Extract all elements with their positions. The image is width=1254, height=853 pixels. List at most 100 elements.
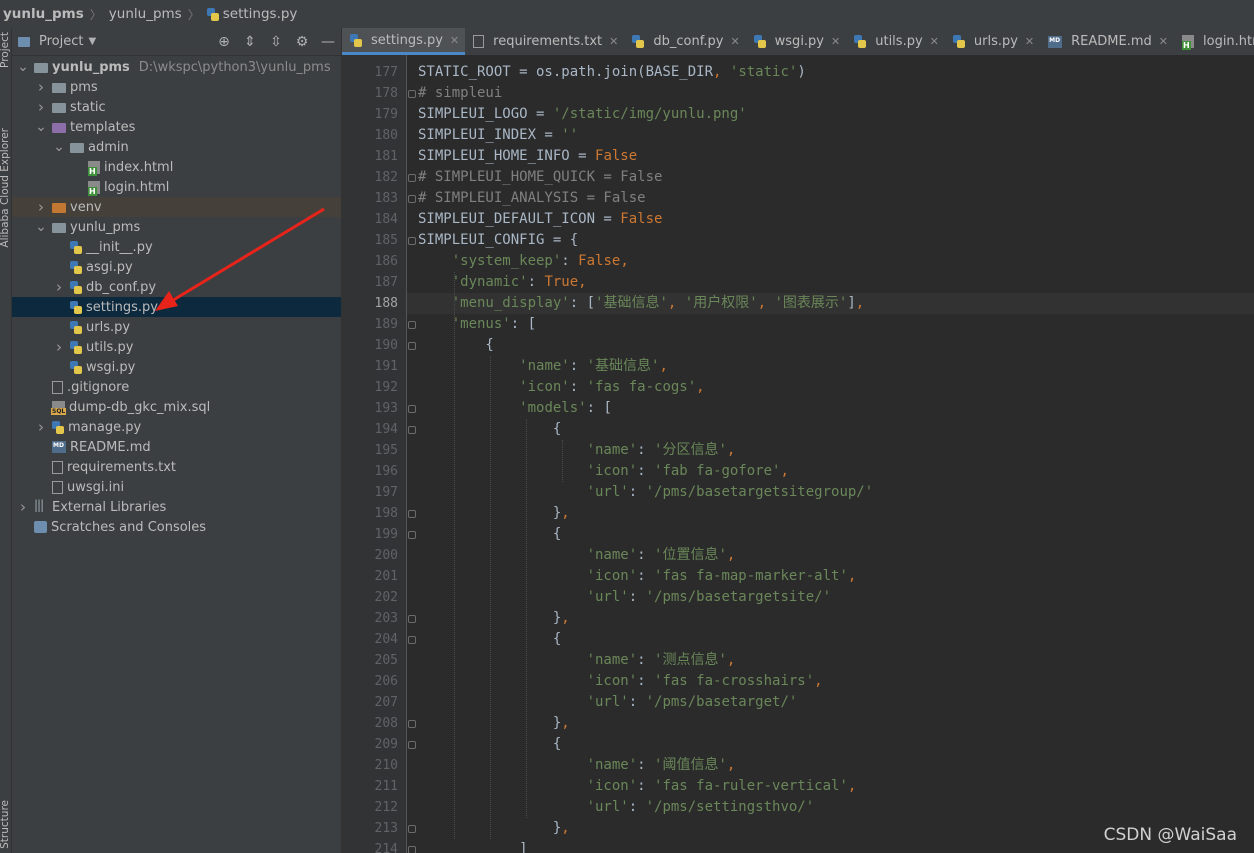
- tree-item[interactable]: uwsgi.ini: [12, 477, 341, 497]
- code-line[interactable]: 'icon': 'fas fa-cogs',: [418, 377, 704, 398]
- breadcrumb-package[interactable]: yunlu_pms: [109, 6, 182, 22]
- fold-marker-icon[interactable]: [408, 510, 416, 518]
- code-line[interactable]: ]: [418, 839, 527, 853]
- locate-file-icon[interactable]: ⊕: [211, 34, 237, 50]
- code-line[interactable]: 'icon': 'fas fa-crosshairs',: [418, 671, 823, 692]
- code-line[interactable]: SIMPLEUI_DEFAULT_ICON = False: [418, 209, 662, 230]
- chevron-right-icon[interactable]: ›: [34, 98, 48, 116]
- tree-item[interactable]: › pms: [12, 77, 341, 97]
- code-line[interactable]: 'url': '/pms/basetargetsite/': [418, 587, 831, 608]
- code-line[interactable]: 'url': '/pms/basetargetsitegroup/': [418, 482, 874, 503]
- chevron-down-icon[interactable]: ⌄: [34, 119, 48, 135]
- close-tab-icon[interactable]: ✕: [730, 35, 739, 48]
- code-line[interactable]: },: [418, 713, 570, 734]
- hide-panel-icon[interactable]: —: [315, 34, 341, 50]
- tree-item[interactable]: index.html: [12, 157, 341, 177]
- tree-item[interactable]: › utils.py: [12, 337, 341, 357]
- project-view-selector[interactable]: Project ▼: [18, 34, 96, 49]
- close-tab-icon[interactable]: ✕: [831, 35, 840, 48]
- tree-item[interactable]: wsgi.py: [12, 357, 341, 377]
- chevron-right-icon[interactable]: ›: [34, 418, 48, 436]
- chevron-down-icon[interactable]: ⌄: [34, 219, 48, 235]
- fold-marker-icon[interactable]: [408, 615, 416, 623]
- tree-item[interactable]: ⌄ yunlu_pms D:\wkspc\python3\yunlu_pms: [12, 57, 341, 77]
- code-line[interactable]: 'url': '/pms/basetarget/': [418, 692, 798, 713]
- fold-marker-icon[interactable]: [408, 405, 416, 413]
- structure-tool-tab[interactable]: Structure: [0, 800, 12, 849]
- code-line[interactable]: {: [418, 335, 493, 356]
- editor-tab[interactable]: wsgi.py ✕: [746, 28, 847, 55]
- fold-marker-icon[interactable]: [408, 720, 416, 728]
- editor-tab[interactable]: db_conf.py ✕: [624, 28, 745, 55]
- tree-item[interactable]: requirements.txt: [12, 457, 341, 477]
- close-tab-icon[interactable]: ✕: [1159, 35, 1168, 48]
- tree-item[interactable]: › static: [12, 97, 341, 117]
- chevron-right-icon[interactable]: ›: [52, 338, 66, 356]
- fold-marker-icon[interactable]: [408, 90, 416, 98]
- code-line[interactable]: 'system_keep': False,: [418, 251, 629, 272]
- code-line[interactable]: 'name': '测点信息',: [418, 650, 736, 671]
- editor-tab[interactable]: README.md ✕: [1040, 28, 1174, 55]
- editor-tab[interactable]: urls.py ✕: [945, 28, 1040, 55]
- tree-item[interactable]: settings.py: [12, 297, 341, 317]
- chevron-right-icon[interactable]: ›: [34, 78, 48, 96]
- tree-item[interactable]: ⌄ yunlu_pms: [12, 217, 341, 237]
- fold-marker-icon[interactable]: [408, 321, 416, 329]
- code-line[interactable]: 'name': '分区信息',: [418, 440, 736, 461]
- tree-item[interactable]: Scratches and Consoles: [12, 517, 341, 537]
- code-line[interactable]: # SIMPLEUI_ANALYSIS = False: [418, 188, 646, 209]
- chevron-right-icon[interactable]: ›: [52, 278, 66, 296]
- fold-marker-icon[interactable]: [408, 825, 416, 833]
- code-line[interactable]: 'name': '位置信息',: [418, 545, 736, 566]
- chevron-right-icon[interactable]: ›: [16, 498, 30, 516]
- code-line[interactable]: },: [418, 503, 570, 524]
- breadcrumb-file[interactable]: settings.py: [206, 6, 297, 22]
- tree-item[interactable]: .gitignore: [12, 377, 341, 397]
- breadcrumb-project[interactable]: yunlu_pms: [0, 6, 84, 22]
- tree-item[interactable]: urls.py: [12, 317, 341, 337]
- chevron-down-icon[interactable]: ⌄: [16, 59, 30, 75]
- editor-tab[interactable]: utils.py ✕: [846, 28, 945, 55]
- code-line[interactable]: },: [418, 608, 570, 629]
- fold-marker-icon[interactable]: [408, 174, 416, 182]
- fold-marker-icon[interactable]: [408, 741, 416, 749]
- code-line[interactable]: 'name': '阈值信息',: [418, 755, 736, 776]
- fold-marker-icon[interactable]: [408, 531, 416, 539]
- close-tab-icon[interactable]: ✕: [1025, 35, 1034, 48]
- tree-item[interactable]: › db_conf.py: [12, 277, 341, 297]
- tree-item[interactable]: › venv: [12, 197, 341, 217]
- code-line[interactable]: STATIC_ROOT = os.path.join(BASE_DIR, 'st…: [418, 62, 806, 83]
- tree-item[interactable]: README.md: [12, 437, 341, 457]
- code-line[interactable]: 'name': '基础信息',: [418, 356, 668, 377]
- code-line[interactable]: SIMPLEUI_INDEX = '': [418, 125, 578, 146]
- code-line[interactable]: },: [418, 818, 570, 839]
- tree-item[interactable]: ⌄ templates: [12, 117, 341, 137]
- settings-gear-icon[interactable]: ⚙: [289, 34, 315, 50]
- close-tab-icon[interactable]: ✕: [930, 35, 939, 48]
- code-line[interactable]: 'url': '/pms/settingsthvo/': [418, 797, 815, 818]
- code-line[interactable]: 'icon': 'fas fa-map-marker-alt',: [418, 566, 857, 587]
- tree-item[interactable]: ⌄ admin: [12, 137, 341, 157]
- tree-item[interactable]: __init__.py: [12, 237, 341, 257]
- fold-marker-icon[interactable]: [408, 342, 416, 350]
- tree-item[interactable]: › manage.py: [12, 417, 341, 437]
- close-tab-icon[interactable]: ✕: [450, 34, 459, 47]
- collapse-all-icon[interactable]: ⇳: [263, 34, 289, 50]
- code-line[interactable]: 'dynamic': True,: [418, 272, 587, 293]
- expand-all-icon[interactable]: ⇕: [237, 34, 263, 50]
- editor-tab[interactable]: settings.py ✕: [342, 28, 466, 55]
- chevron-down-icon[interactable]: ⌄: [52, 139, 66, 155]
- project-tool-tab[interactable]: Project: [0, 32, 12, 68]
- code-line[interactable]: 'icon': 'fas fa-ruler-vertical',: [418, 776, 857, 797]
- fold-marker-icon[interactable]: [408, 237, 416, 245]
- cloud-explorer-tool-tab[interactable]: Alibaba Cloud Explorer: [0, 128, 12, 248]
- tree-item[interactable]: › External Libraries: [12, 497, 341, 517]
- fold-marker-icon[interactable]: [408, 195, 416, 203]
- code-editor[interactable]: 177 178 179 180 181 182 183 184 185 186 187 188 189 1…: [342, 55, 1254, 853]
- fold-marker-icon[interactable]: [408, 636, 416, 644]
- code-line[interactable]: # simpleui: [418, 83, 502, 104]
- code-line[interactable]: SIMPLEUI_HOME_INFO = False: [418, 146, 637, 167]
- editor-tab[interactable]: requirements.txt ✕: [465, 28, 624, 55]
- chevron-right-icon[interactable]: ›: [34, 198, 48, 216]
- code-line[interactable]: 'models': [: [418, 398, 612, 419]
